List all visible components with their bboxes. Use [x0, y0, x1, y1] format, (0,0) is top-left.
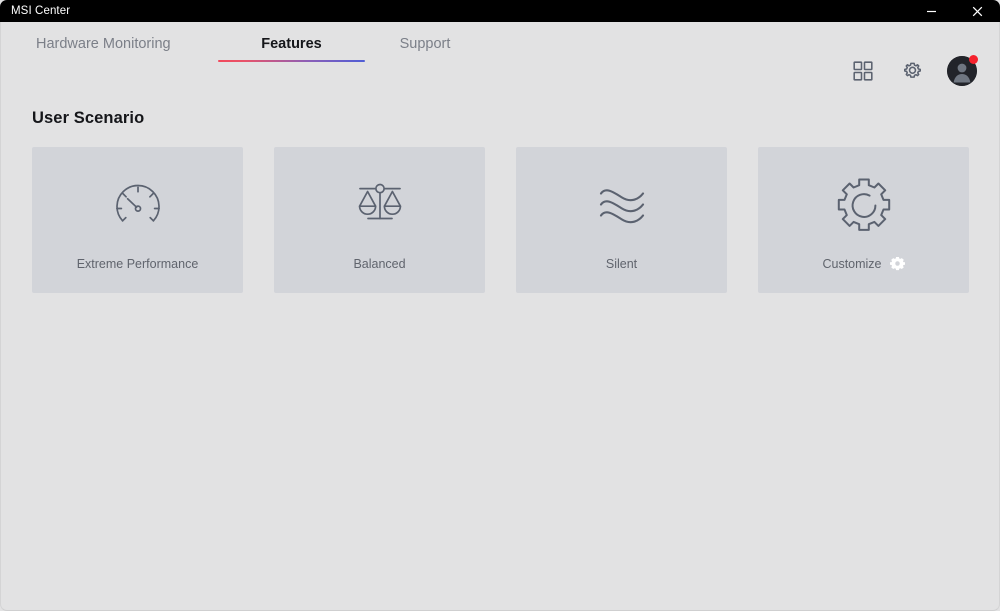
balance-scale-icon	[351, 173, 409, 235]
scenario-card-label: Extreme Performance	[76, 257, 199, 271]
scenario-card-label: Customize	[822, 256, 882, 271]
gear-icon	[900, 59, 925, 84]
title-bar: MSI Center	[0, 0, 1000, 22]
content-shell: Hardware Monitoring Features Support Use…	[0, 22, 1000, 611]
tab-list: Hardware Monitoring Features Support	[36, 36, 485, 62]
card-label-row: Customize	[758, 256, 969, 271]
page-title: User Scenario	[32, 109, 145, 127]
tab-features-label: Features	[261, 36, 322, 52]
tab-support-label: Support	[399, 36, 451, 52]
close-icon	[971, 5, 984, 18]
user-avatar-button[interactable]	[947, 55, 978, 86]
tab-features[interactable]: Features	[218, 36, 365, 62]
minimize-button[interactable]	[909, 0, 954, 22]
apps-grid-button[interactable]	[849, 57, 877, 85]
apps-grid-icon	[852, 60, 874, 82]
card-label-row: Balanced	[274, 257, 485, 271]
tab-hardware-monitoring-label: Hardware Monitoring	[36, 36, 171, 52]
nav-right-actions	[849, 55, 978, 86]
active-tab-indicator	[218, 60, 365, 62]
scenario-card-silent[interactable]: Silent	[516, 147, 727, 293]
customize-settings-gear-icon[interactable]	[889, 256, 905, 271]
scenario-card-extreme-performance[interactable]: Extreme Performance	[32, 147, 243, 293]
scenario-card-customize[interactable]: Customize	[758, 147, 969, 293]
settings-button[interactable]	[898, 57, 926, 85]
user-scenario-card-list: Extreme Performance Balanced Silent Cust…	[32, 147, 999, 293]
gauge-icon	[109, 173, 167, 235]
main-content: User Scenario Extreme Performance Balanc…	[1, 109, 999, 293]
msi-center-window: MSI Center Hardware Monitoring Features …	[0, 0, 1000, 611]
scenario-card-label: Balanced	[353, 257, 406, 271]
close-button[interactable]	[954, 0, 1000, 22]
waves-icon	[593, 173, 651, 235]
scenario-card-label: Silent	[605, 257, 638, 271]
tab-hardware-monitoring[interactable]: Hardware Monitoring	[36, 36, 218, 62]
tab-support[interactable]: Support	[365, 36, 485, 62]
gear-outline-icon	[833, 173, 895, 235]
card-label-row: Extreme Performance	[32, 257, 243, 271]
card-label-row: Silent	[516, 257, 727, 271]
minimize-icon	[925, 5, 938, 18]
notification-badge-icon	[969, 55, 978, 64]
navigation-bar: Hardware Monitoring Features Support	[1, 22, 999, 86]
window-title: MSI Center	[11, 5, 71, 17]
scenario-card-balanced[interactable]: Balanced	[274, 147, 485, 293]
